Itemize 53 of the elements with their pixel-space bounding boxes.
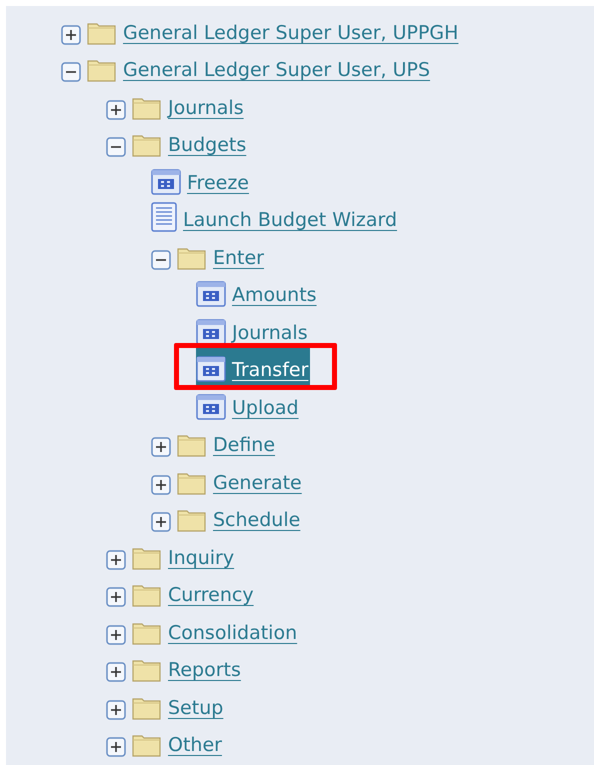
expand-icon[interactable]: [151, 512, 171, 532]
form-icon: [196, 281, 226, 307]
folder-icon: [132, 696, 162, 720]
expand-icon[interactable]: [106, 550, 126, 570]
tree-link[interactable]: General Ledger Super User, UPPGH: [123, 20, 458, 44]
tree-link[interactable]: Inquiry: [168, 546, 234, 570]
folder-icon: [132, 133, 162, 157]
folder-icon: [87, 58, 117, 82]
form-icon: [196, 318, 226, 344]
tree-link[interactable]: Generate: [213, 470, 302, 494]
tree-link[interactable]: Launch Budget Wizard: [183, 208, 398, 232]
folder-icon: [177, 246, 207, 270]
form-icon: [151, 168, 181, 194]
tree-link[interactable]: Journals: [168, 96, 244, 120]
folder-icon: [177, 470, 207, 494]
tree-link[interactable]: General Ledger Super User, UPS: [123, 58, 430, 82]
folder-icon: [177, 433, 207, 457]
folder-icon: [132, 658, 162, 682]
expand-icon[interactable]: [106, 662, 126, 682]
tree-link[interactable]: Journals: [232, 320, 308, 344]
tree-link[interactable]: Schedule: [213, 508, 300, 532]
folder-icon: [132, 546, 162, 570]
document-icon: [151, 202, 177, 232]
expand-icon[interactable]: [106, 737, 126, 757]
expand-icon[interactable]: [106, 624, 126, 644]
collapse-icon[interactable]: [106, 137, 126, 157]
tree-link[interactable]: Freeze: [187, 170, 249, 194]
expand-icon[interactable]: [106, 100, 126, 120]
folder-icon: [177, 508, 207, 532]
form-icon: [196, 394, 226, 420]
tree-link[interactable]: Consolidation: [168, 620, 298, 644]
tree-link[interactable]: Currency: [168, 583, 254, 607]
expand-icon[interactable]: [106, 700, 126, 720]
expand-icon[interactable]: [151, 474, 171, 494]
tree-link[interactable]: Upload: [232, 396, 299, 420]
expand-icon[interactable]: [151, 437, 171, 457]
folder-icon: [87, 20, 117, 44]
tree-link[interactable]: Budgets: [168, 133, 246, 157]
folder-icon: [132, 733, 162, 757]
folder-icon: [132, 96, 162, 120]
tree-link[interactable]: Setup: [168, 696, 224, 720]
collapse-icon[interactable]: [61, 62, 81, 82]
tree-link[interactable]: Amounts: [232, 283, 317, 307]
expand-icon[interactable]: [106, 587, 126, 607]
collapse-icon[interactable]: [151, 250, 171, 270]
expand-icon[interactable]: [61, 24, 81, 44]
tree-link[interactable]: Reports: [168, 658, 241, 682]
tree-link[interactable]: Enter: [213, 246, 264, 270]
folder-icon: [132, 620, 162, 644]
tree-link[interactable]: Other: [168, 733, 222, 757]
form-icon: [196, 356, 226, 382]
folder-icon: [132, 583, 162, 607]
tree-link[interactable]: Define: [213, 433, 276, 457]
